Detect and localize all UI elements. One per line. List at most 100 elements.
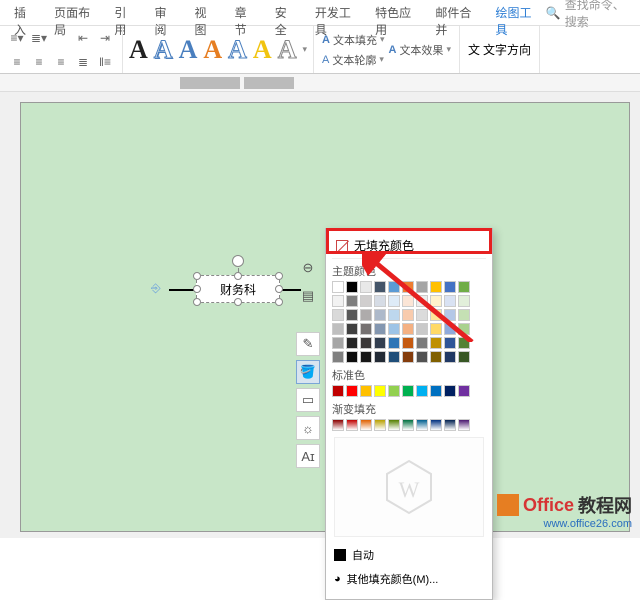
resize-handle-r[interactable] <box>275 285 283 293</box>
gradient-swatch[interactable] <box>416 419 428 431</box>
color-swatch[interactable] <box>346 323 358 335</box>
more-colors-option[interactable]: ◕ 其他填充颜色(M)... <box>332 567 486 591</box>
tab-mailmerge[interactable]: 邮件合并 <box>425 0 485 25</box>
align-left-icon[interactable]: ≡ <box>7 52 27 72</box>
color-swatch[interactable] <box>402 323 414 335</box>
color-swatch[interactable] <box>332 337 344 349</box>
line-spacing-icon[interactable]: ‖≡ <box>95 52 115 72</box>
color-swatch[interactable] <box>458 337 470 349</box>
color-swatch[interactable] <box>332 309 344 321</box>
color-swatch[interactable] <box>332 385 344 397</box>
color-swatch[interactable] <box>444 323 456 335</box>
color-swatch[interactable] <box>416 281 428 293</box>
color-swatch[interactable] <box>388 323 400 335</box>
align-justify-icon[interactable]: ≣ <box>73 52 93 72</box>
wordart-more-icon[interactable]: ▾ <box>302 44 307 55</box>
color-swatch[interactable] <box>374 351 386 363</box>
color-swatch[interactable] <box>458 309 470 321</box>
outline-button[interactable]: ▭ <box>296 388 320 412</box>
tab-references[interactable]: 引用 <box>104 0 144 25</box>
horizontal-ruler[interactable] <box>0 74 640 92</box>
eyedropper-button[interactable]: ✎ <box>296 332 320 356</box>
bullet-list-icon[interactable]: ≡▾ <box>7 28 27 48</box>
color-swatch[interactable] <box>388 295 400 307</box>
color-swatch[interactable] <box>388 385 400 397</box>
color-swatch[interactable] <box>360 351 372 363</box>
zoom-out-button[interactable]: ⊖ <box>296 256 320 280</box>
resize-handle-br[interactable] <box>275 298 283 306</box>
color-swatch[interactable] <box>416 351 428 363</box>
color-swatch[interactable] <box>444 295 456 307</box>
color-swatch[interactable] <box>346 337 358 349</box>
color-swatch[interactable] <box>430 309 442 321</box>
color-swatch[interactable] <box>416 309 428 321</box>
color-swatch[interactable] <box>346 309 358 321</box>
color-swatch[interactable] <box>360 309 372 321</box>
resize-handle-bl[interactable] <box>193 298 201 306</box>
gradient-swatch[interactable] <box>332 419 344 431</box>
color-swatch[interactable] <box>430 351 442 363</box>
color-swatch[interactable] <box>444 309 456 321</box>
color-swatch[interactable] <box>388 281 400 293</box>
gradient-swatch[interactable] <box>430 419 442 431</box>
gradient-swatch[interactable] <box>444 419 456 431</box>
color-swatch[interactable] <box>458 351 470 363</box>
text-outline-button[interactable]: A文本轮廓▾ <box>320 51 386 69</box>
tab-drawtools[interactable]: 绘图工具 <box>486 0 546 25</box>
gradient-swatch[interactable] <box>360 419 372 431</box>
tab-pagelayout[interactable]: 页面布局 <box>44 0 104 25</box>
indent-inc-icon[interactable]: ⇥ <box>95 28 115 48</box>
color-swatch[interactable] <box>402 385 414 397</box>
color-swatch[interactable] <box>360 385 372 397</box>
tab-security[interactable]: 安全 <box>265 0 305 25</box>
text-direction-button[interactable]: 文文字方向 <box>466 40 533 59</box>
color-swatch[interactable] <box>332 295 344 307</box>
color-swatch[interactable] <box>360 295 372 307</box>
color-swatch[interactable] <box>388 309 400 321</box>
color-swatch[interactable] <box>374 309 386 321</box>
text-fill-button[interactable]: A文本填充▾ <box>320 31 386 49</box>
gradient-swatch[interactable] <box>388 419 400 431</box>
color-swatch[interactable] <box>444 337 456 349</box>
color-swatch[interactable] <box>402 351 414 363</box>
tab-insert[interactable]: 插入 <box>4 0 44 25</box>
color-swatch[interactable] <box>430 323 442 335</box>
resize-handle-tl[interactable] <box>193 272 201 280</box>
auto-color-option[interactable]: 自动 <box>332 543 486 567</box>
color-swatch[interactable] <box>332 281 344 293</box>
gradient-swatch[interactable] <box>346 419 358 431</box>
wordart-style-5[interactable]: A <box>228 35 247 65</box>
color-swatch[interactable] <box>346 351 358 363</box>
color-swatch[interactable] <box>388 337 400 349</box>
gradient-swatch[interactable] <box>458 419 470 431</box>
no-fill-option[interactable]: 无填充颜色 <box>332 233 486 259</box>
wordart-style-7[interactable]: A <box>278 35 297 65</box>
tab-chapter[interactable]: 章节 <box>225 0 265 25</box>
wordart-style-2[interactable]: A <box>154 35 173 65</box>
tab-special[interactable]: 特色应用 <box>365 0 425 25</box>
selected-textbox[interactable]: 财务科 <box>196 275 280 303</box>
color-swatch[interactable] <box>374 281 386 293</box>
color-swatch[interactable] <box>402 281 414 293</box>
color-swatch[interactable] <box>416 385 428 397</box>
toggle-row-button[interactable]: ▤ <box>296 284 320 308</box>
color-swatch[interactable] <box>430 337 442 349</box>
color-swatch[interactable] <box>416 295 428 307</box>
color-swatch[interactable] <box>458 385 470 397</box>
color-swatch[interactable] <box>444 385 456 397</box>
fill-color-button[interactable]: 🪣 <box>296 360 320 384</box>
color-swatch[interactable] <box>444 281 456 293</box>
color-swatch[interactable] <box>360 281 372 293</box>
color-swatch[interactable] <box>332 351 344 363</box>
color-swatch[interactable] <box>416 337 428 349</box>
color-swatch[interactable] <box>402 309 414 321</box>
indent-dec-icon[interactable]: ⇤ <box>73 28 93 48</box>
color-swatch[interactable] <box>458 281 470 293</box>
gradient-swatch[interactable] <box>402 419 414 431</box>
wordart-gallery[interactable]: A A A A A A A ▾ <box>129 35 307 65</box>
number-list-icon[interactable]: ≣▾ <box>29 28 49 48</box>
color-swatch[interactable] <box>360 337 372 349</box>
wordart-style-3[interactable]: A <box>179 35 198 65</box>
color-swatch[interactable] <box>458 295 470 307</box>
wordart-style-1[interactable]: A <box>129 35 148 65</box>
